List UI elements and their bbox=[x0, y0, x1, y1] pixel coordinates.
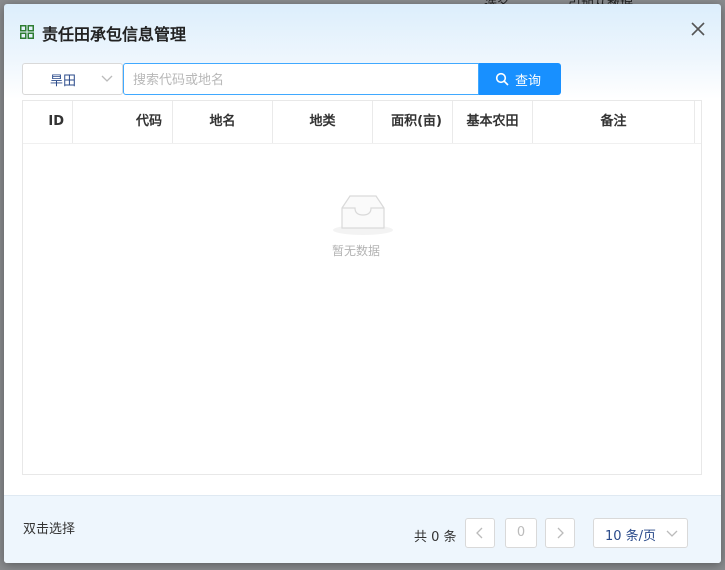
grid-icon bbox=[20, 24, 34, 39]
page-size-select[interactable]: 10 条/页 bbox=[593, 518, 688, 548]
empty-inbox-icon bbox=[333, 195, 393, 235]
land-type-value: 旱田 bbox=[50, 74, 77, 89]
empty-text: 暂无数据 bbox=[332, 244, 381, 258]
double-click-hint: 双击选择 bbox=[23, 522, 76, 537]
column-header-place-name[interactable]: 地名 bbox=[173, 101, 273, 143]
dialog-title: 责任田承包信息管理 bbox=[42, 25, 187, 44]
land-type-select[interactable]: 旱田 bbox=[22, 63, 123, 95]
dialog-titlebar: 责任田承包信息管理 bbox=[4, 4, 721, 56]
prev-page-button[interactable] bbox=[465, 518, 495, 548]
search-input[interactable] bbox=[131, 65, 475, 95]
column-header-id[interactable]: ID bbox=[23, 101, 73, 143]
column-header-remark[interactable]: 备注 bbox=[533, 101, 695, 143]
dialog-footer: 双击选择 共 0 条 0 10 条/页 bbox=[4, 495, 721, 563]
chevron-left-icon bbox=[476, 527, 483, 539]
close-icon bbox=[691, 22, 705, 36]
current-page[interactable]: 0 bbox=[505, 518, 537, 548]
close-button[interactable] bbox=[689, 20, 707, 38]
next-page-button[interactable] bbox=[545, 518, 575, 548]
search-input-wrapper bbox=[123, 63, 479, 95]
column-header-area[interactable]: 面积(亩) bbox=[373, 101, 453, 143]
total-count: 共 0 条 bbox=[414, 530, 457, 545]
column-header-code[interactable]: 代码 bbox=[73, 101, 173, 143]
data-table: ID 代码 地名 地类 面积(亩) 基本农田 备注 暂无数据 bbox=[22, 100, 702, 475]
query-button[interactable]: 查询 bbox=[479, 63, 561, 95]
chevron-down-icon bbox=[666, 530, 678, 537]
page-size-value: 10 条/页 bbox=[605, 529, 657, 544]
search-icon bbox=[495, 72, 509, 86]
column-header-land-category[interactable]: 地类 bbox=[273, 101, 373, 143]
query-button-label: 查询 bbox=[515, 74, 542, 89]
land-contract-dialog: 责任田承包信息管理 旱田 查询 ID 代码 bbox=[4, 4, 721, 563]
column-header-basic-farmland[interactable]: 基本农田 bbox=[453, 101, 533, 143]
chevron-right-icon bbox=[557, 527, 564, 539]
table-header: ID 代码 地名 地类 面积(亩) 基本农田 备注 bbox=[23, 101, 701, 144]
chevron-down-icon bbox=[101, 75, 113, 82]
